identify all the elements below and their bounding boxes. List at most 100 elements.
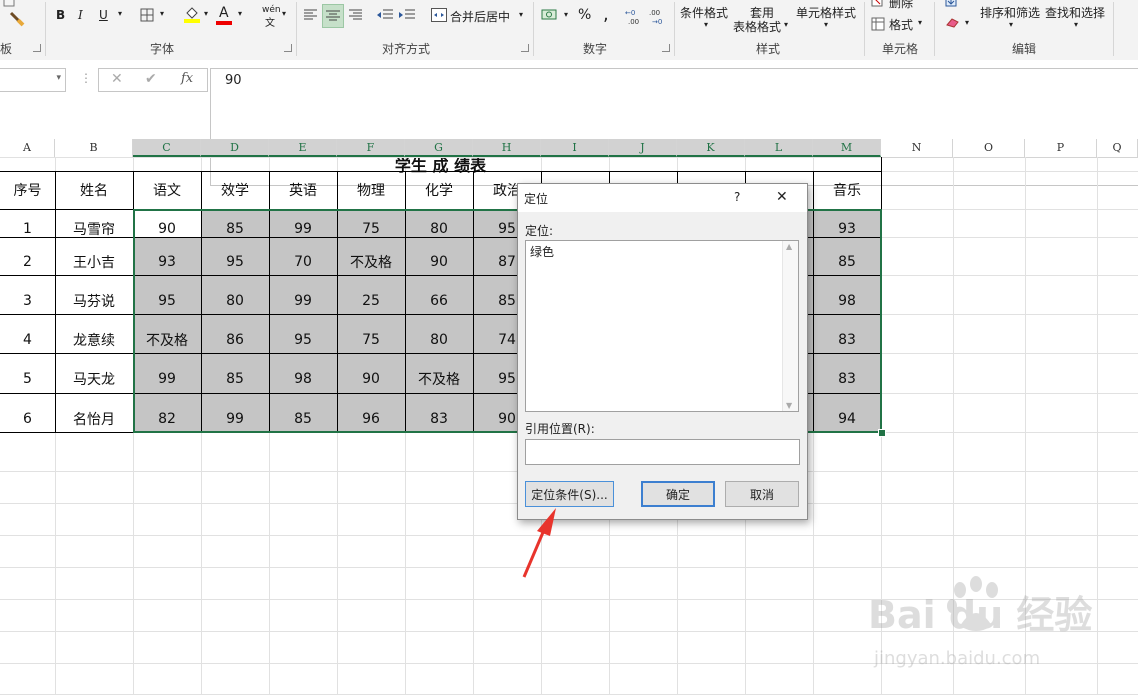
conditional-format-button[interactable]: 条件格式 — [680, 4, 728, 21]
scroll-down-icon[interactable]: ▼ — [786, 401, 792, 410]
column-header-M[interactable]: M — [813, 139, 881, 157]
goto-list-item[interactable]: 绿色 — [530, 243, 554, 260]
ok-button[interactable]: 确定 — [641, 481, 715, 507]
align-left-icon[interactable] — [302, 6, 320, 24]
cell-styles-button[interactable]: 单元格样式 — [796, 4, 856, 21]
header-cell[interactable]: 英语 — [269, 171, 337, 209]
header-cell[interactable]: 序号 — [0, 171, 55, 209]
table-cell[interactable]: 马雪帘 — [55, 215, 133, 243]
fill-color-icon[interactable] — [182, 4, 202, 24]
table-cell[interactable]: 1 — [0, 215, 55, 243]
increase-indent-icon[interactable] — [398, 6, 416, 24]
currency-icon[interactable] — [540, 5, 562, 25]
underline-dropdown-icon[interactable]: ▾ — [118, 9, 122, 18]
header-cell[interactable]: 音乐 — [813, 171, 881, 209]
column-header-I[interactable]: I — [541, 139, 609, 157]
cancel-button[interactable]: 取消 — [725, 481, 799, 507]
fill-icon[interactable] — [944, 0, 958, 8]
close-icon[interactable]: ✕ — [776, 189, 788, 205]
annotation-arrow — [522, 508, 556, 578]
format-icon[interactable] — [870, 16, 886, 32]
insert-function-icon[interactable]: fx — [181, 71, 193, 86]
format-as-table-button-bottom[interactable]: 表格格式 — [733, 18, 781, 35]
decrease-indent-icon[interactable] — [376, 6, 394, 24]
clipboard-launcher[interactable] — [33, 44, 41, 52]
column-header-N[interactable]: N — [881, 139, 953, 157]
sort-filter-button[interactable]: 排序和筛选 — [980, 4, 1040, 21]
goto-listbox[interactable]: 绿色 ▲ ▼ — [525, 240, 799, 412]
conditional-format-dropdown-icon[interactable]: ▾ — [704, 20, 708, 29]
column-header-P[interactable]: P — [1025, 139, 1097, 157]
format-button[interactable]: 格式 — [889, 16, 913, 33]
column-header-C[interactable]: C — [133, 139, 201, 157]
increase-decimal-icon[interactable]: ←0.00 — [624, 6, 646, 26]
align-center-icon[interactable] — [322, 4, 344, 28]
font-color-dropdown-icon[interactable]: ▾ — [238, 9, 242, 18]
dialog-titlebar[interactable] — [518, 184, 807, 212]
phonetic-dropdown-icon[interactable]: ▾ — [282, 9, 286, 18]
find-select-dropdown-icon[interactable]: ▾ — [1074, 20, 1078, 29]
align-right-icon[interactable] — [346, 6, 364, 24]
italic-button[interactable]: I — [78, 8, 83, 22]
font-launcher[interactable] — [284, 44, 292, 52]
cell-styles-dropdown-icon[interactable]: ▾ — [824, 20, 828, 29]
column-header-B[interactable]: B — [55, 139, 133, 157]
column-header-D[interactable]: D — [201, 139, 269, 157]
underline-button[interactable]: U — [99, 8, 108, 22]
format-as-table-dropdown-icon[interactable]: ▾ — [784, 20, 788, 29]
table-cell[interactable]: 90 — [133, 215, 201, 243]
column-header-A[interactable]: A — [0, 139, 55, 157]
header-cell[interactable]: 化学 — [405, 171, 473, 209]
table-cell[interactable]: 80 — [405, 215, 473, 243]
font-color-button[interactable]: A — [219, 5, 229, 21]
decrease-decimal-icon[interactable]: .00 →0 — [648, 6, 670, 26]
confirm-entry-icon[interactable]: ✔ — [145, 71, 157, 87]
delete-button[interactable]: 删除 — [889, 0, 913, 11]
name-box-dropdown-icon[interactable]: ▾ — [56, 73, 61, 83]
column-header-Q[interactable]: Q — [1097, 139, 1138, 157]
table-cell[interactable]: 99 — [269, 215, 337, 243]
table-cell[interactable]: 75 — [337, 215, 405, 243]
baidu-watermark: Bai du 经验 jingyan.baidu.com — [868, 576, 1092, 669]
alignment-launcher[interactable] — [521, 44, 529, 52]
column-header-K[interactable]: K — [677, 139, 745, 157]
reference-input[interactable] — [525, 439, 800, 465]
help-button[interactable]: ? — [734, 190, 740, 204]
clear-icon[interactable] — [944, 14, 962, 30]
header-cell[interactable]: 物理 — [337, 171, 405, 209]
sheet-title[interactable]: 学生 成 绩表 — [0, 156, 881, 175]
merge-center-button[interactable]: 合并后居中 — [450, 8, 510, 25]
column-header-O[interactable]: O — [953, 139, 1025, 157]
percent-button[interactable]: % — [578, 7, 591, 23]
header-cell[interactable]: 语文 — [133, 171, 201, 209]
fill-color-dropdown-icon[interactable]: ▾ — [204, 9, 208, 18]
phonetic-button-bottom[interactable]: 文 — [265, 14, 275, 29]
clear-dropdown-icon[interactable]: ▾ — [965, 18, 969, 27]
table-cell[interactable]: 93 — [813, 215, 881, 243]
column-header-E[interactable]: E — [269, 139, 337, 157]
sort-filter-dropdown-icon[interactable]: ▾ — [1009, 20, 1013, 29]
merge-dropdown-icon[interactable]: ▾ — [519, 10, 523, 19]
header-cell[interactable]: 效学 — [201, 171, 269, 209]
cancel-entry-icon[interactable]: ✕ — [111, 71, 123, 87]
bold-button[interactable]: B — [56, 8, 65, 22]
border-icon[interactable] — [138, 6, 156, 24]
scroll-up-icon[interactable]: ▲ — [786, 242, 792, 251]
find-select-button[interactable]: 查找和选择 — [1045, 4, 1105, 21]
column-header-J[interactable]: J — [609, 139, 677, 157]
comma-button[interactable]: , — [603, 4, 609, 25]
border-dropdown-icon[interactable]: ▾ — [160, 9, 164, 18]
format-painter-icon[interactable] — [8, 10, 26, 28]
column-header-L[interactable]: L — [745, 139, 813, 157]
header-cell[interactable]: 姓名 — [55, 171, 133, 209]
name-box[interactable]: ▾ — [0, 68, 66, 92]
delete-icon[interactable] — [870, 0, 884, 8]
format-dropdown-icon[interactable]: ▾ — [918, 18, 922, 27]
currency-dropdown-icon[interactable]: ▾ — [564, 10, 568, 19]
listbox-scrollbar[interactable]: ▲ ▼ — [782, 241, 798, 411]
fill-handle[interactable] — [878, 429, 886, 437]
number-launcher[interactable] — [662, 44, 670, 52]
table-cell[interactable]: 85 — [201, 215, 269, 243]
merge-center-icon[interactable] — [430, 6, 448, 24]
paste-icon[interactable] — [2, 0, 16, 8]
